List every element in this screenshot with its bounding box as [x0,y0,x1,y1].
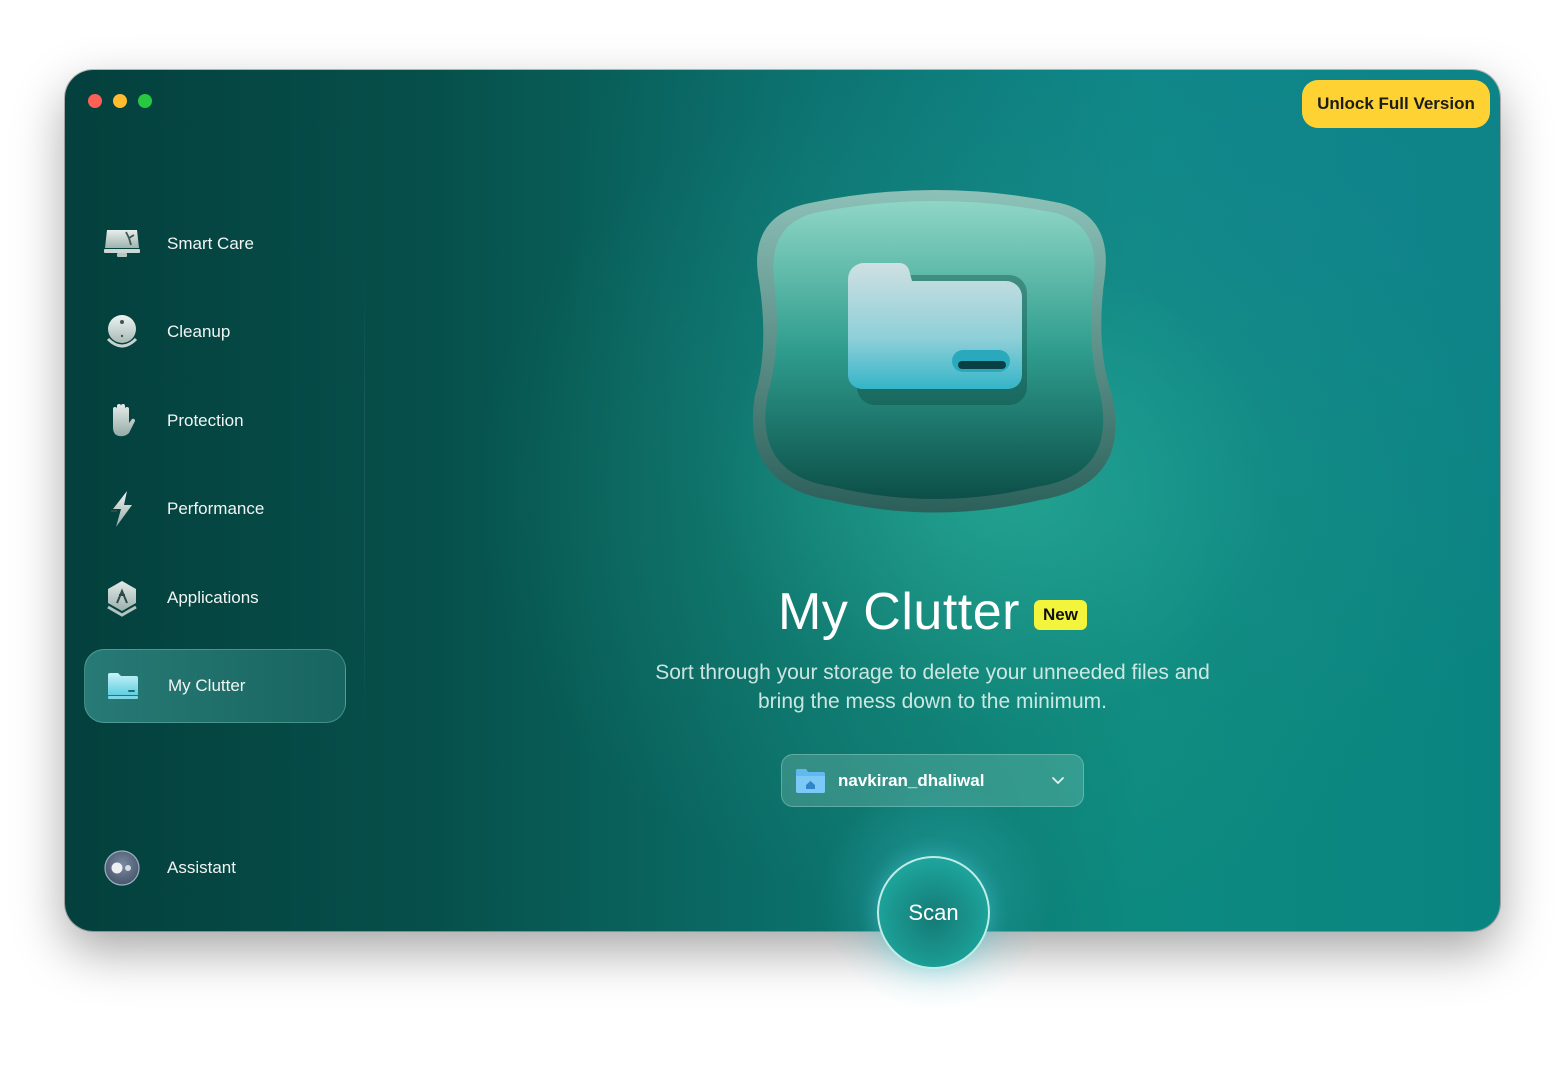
assistant-icon [102,848,142,888]
home-folder-icon [795,768,826,794]
sidebar-item-applications[interactable]: Applications [84,561,346,635]
sidebar-item-protection[interactable]: Protection [84,384,346,458]
description-line-1: Sort through your storage to delete your… [655,661,1210,684]
sidebar-item-label: Smart Care [167,234,254,253]
sidebar: Smart Care Cleanup Protection Performanc… [65,70,365,931]
page-description: Sort through your storage to delete your… [365,658,1500,716]
sidebar-item-performance[interactable]: Performance [84,472,346,546]
title-row: My Clutter New [365,582,1500,642]
main-content: My Clutter New Sort through your storage… [365,70,1500,931]
scan-button[interactable]: Scan [877,856,990,969]
new-badge: New [1033,600,1087,630]
protection-hand-icon [102,401,142,441]
description-line-2: bring the mess down to the minimum. [758,690,1107,713]
sidebar-item-label: Cleanup [167,322,231,341]
sidebar-item-label: My Clutter [168,676,246,695]
applications-icon [102,578,142,618]
page-title: My Clutter [778,583,1020,641]
cleanup-icon [102,312,142,352]
my-clutter-illustration [740,185,1130,525]
selected-folder-name: navkiran_dhaliwal [838,770,985,790]
sidebar-item-label: Performance [167,499,265,518]
app-window: Unlock Full Version Smart Care Cleanup P… [65,70,1500,931]
sidebar-item-label: Assistant [167,858,236,877]
sidebar-item-label: Protection [167,411,244,430]
performance-bolt-icon [102,489,142,529]
sidebar-item-smart-care[interactable]: Smart Care [84,207,346,281]
folder-select-dropdown[interactable]: navkiran_dhaliwal [781,754,1084,807]
folder-icon [103,666,143,706]
chevron-down-icon [1051,773,1065,787]
sidebar-item-my-clutter[interactable]: My Clutter [84,649,346,723]
sidebar-item-assistant[interactable]: Assistant [84,831,346,905]
smart-care-icon [102,224,142,264]
sidebar-item-label: Applications [167,588,259,607]
sidebar-item-cleanup[interactable]: Cleanup [84,295,346,369]
